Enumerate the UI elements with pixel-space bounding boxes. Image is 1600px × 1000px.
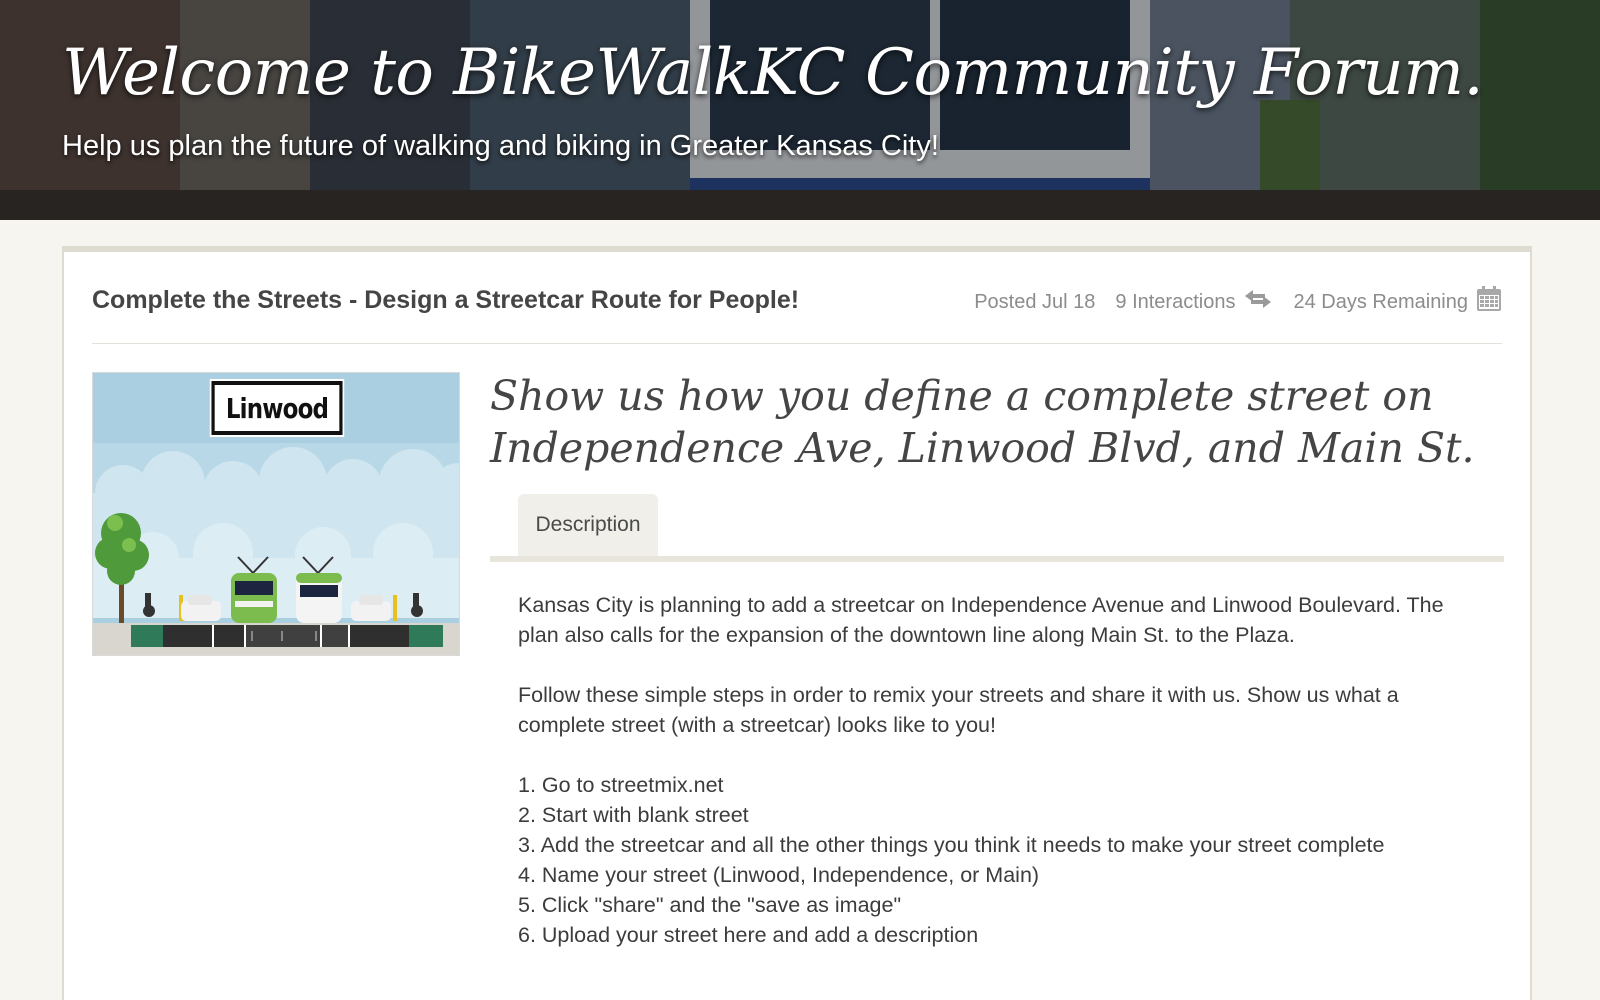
description-paragraph: Kansas City is planning to add a streetc… xyxy=(518,593,1444,647)
list-item: 3. Add the streetcar and all the other t… xyxy=(518,833,1385,857)
banner-title: Welcome to BikeWalkKC Community Forum. xyxy=(62,36,1484,110)
description-paragraph: Follow these simple steps in order to re… xyxy=(518,683,1399,737)
topic-card: Complete the Streets - Design a Streetca… xyxy=(62,246,1532,1000)
days-remaining: 24 Days Remaining xyxy=(1293,286,1502,318)
topic-meta: Posted Jul 18 9 Interactions 24 Days Rem… xyxy=(974,286,1502,318)
tab-description[interactable]: Description xyxy=(518,494,658,556)
header-banner: Welcome to BikeWalkKC Community Forum. H… xyxy=(0,0,1600,220)
topic-title[interactable]: Complete the Streets - Design a Streetca… xyxy=(92,286,799,315)
arrows-exchange-icon xyxy=(1243,288,1273,316)
topic-headline: Show us how you define a complete street… xyxy=(490,372,1475,472)
days-remaining-label: 24 Days Remaining xyxy=(1293,290,1468,313)
posted-date: Posted Jul 18 xyxy=(974,290,1096,313)
street-sign: Linwood xyxy=(209,379,345,437)
list-item: 4. Name your street (Linwood, Independen… xyxy=(518,863,1040,887)
list-item: 5. Click "share" and the "save as image" xyxy=(518,893,902,917)
interactions-label: 9 Interactions xyxy=(1115,290,1236,313)
list-item: 6. Upload your street here and add a des… xyxy=(518,923,979,947)
description-body: Kansas City is planning to add a streetc… xyxy=(518,590,1478,950)
topic-image[interactable]: Linwood xyxy=(92,372,460,656)
steps-list: 1. Go to streetmix.net 2. Start with bla… xyxy=(518,770,1478,950)
list-item: 1. Go to streetmix.net xyxy=(518,773,724,797)
banner-subtitle: Help us plan the future of walking and b… xyxy=(62,130,939,162)
banner-background-image xyxy=(0,0,1600,220)
interactions-count[interactable]: 9 Interactions xyxy=(1115,288,1273,316)
tab-bar: Description xyxy=(490,494,1504,562)
list-item: 2. Start with blank street xyxy=(518,803,749,827)
topic-header: Complete the Streets - Design a Streetca… xyxy=(92,278,1502,344)
calendar-icon xyxy=(1476,286,1502,318)
